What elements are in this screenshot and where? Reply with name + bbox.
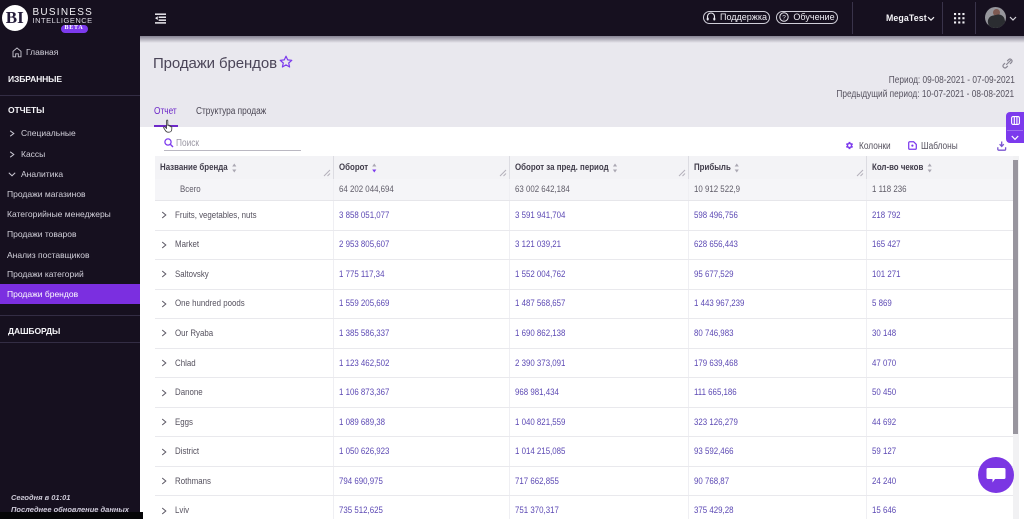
svg-text:?: ?	[783, 15, 787, 22]
